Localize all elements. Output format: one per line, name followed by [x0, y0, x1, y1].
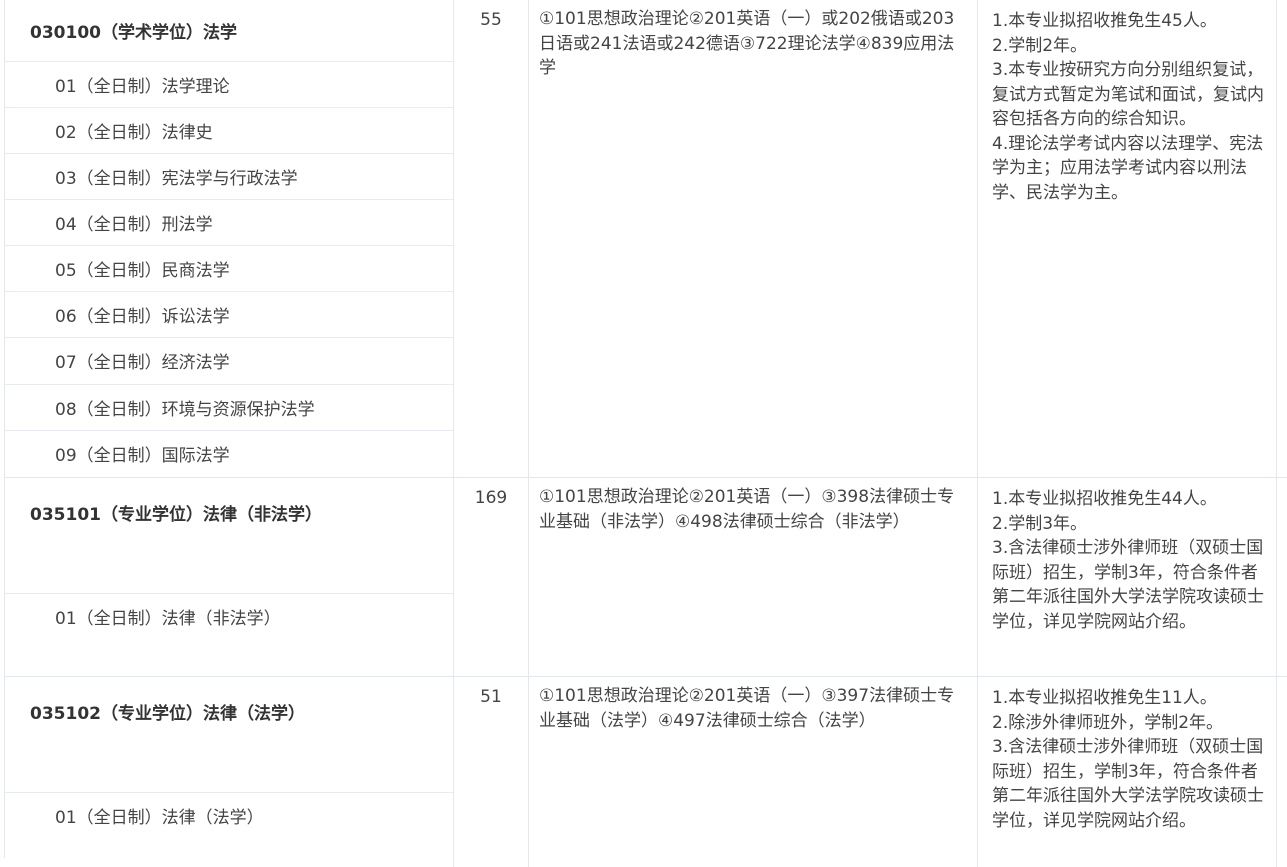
exam-subjects: ①101思想政治理论②201英语（一）③397法律硕士专业基础（法学）④497法…: [539, 686, 955, 731]
admissions-table: 030100（学术学位）法学 01（全日制）法学理论 02（全日制）法律史 03…: [4, 0, 1287, 867]
major-title: 035101（专业学位）法律（非法学）: [30, 505, 322, 525]
direction-item: 02（全日制）法律史: [5, 107, 453, 153]
note-line: 3.含法律硕士涉外律师班（双硕士国际班）招生，学制3年，符合条件者第二年派往国外…: [992, 538, 1264, 632]
direction-item: 01（全日制）法律（非法学）: [5, 593, 453, 639]
note-line: 1.本专业拟招收推免生11人。: [992, 688, 1217, 708]
note-line: 3.本专业按研究方向分别组织复试，复试方式暂定为笔试和面试，复试内容包括各方向的…: [992, 60, 1264, 129]
direction-item: 08（全日制）环境与资源保护法学: [5, 384, 453, 430]
count-cell: 55: [454, 0, 529, 477]
major-cell: 030100（学术学位）法学 01（全日制）法学理论 02（全日制）法律史 03…: [5, 0, 454, 477]
enrollment-count: 169: [474, 488, 508, 508]
enrollment-count: 55: [480, 10, 502, 30]
direction-item: 01（全日制）法学理论: [5, 61, 453, 107]
direction-item: 07（全日制）经济法学: [5, 337, 453, 383]
direction-item: 03（全日制）宪法学与行政法学: [5, 153, 453, 199]
count-cell: 51: [454, 677, 529, 867]
major-cell: 035102（专业学位）法律（法学） 01（全日制）法律（法学）: [5, 677, 454, 867]
direction-item: 09（全日制）国际法学: [5, 430, 453, 476]
notes-cell: 1.本专业拟招收推免生45人。 2.学制2年。 3.本专业按研究方向分别组织复试…: [978, 0, 1277, 477]
subjects-cell: ①101思想政治理论②201英语（一）或202俄语或203日语或241法语或24…: [529, 0, 978, 477]
note-line: 2.学制3年。: [992, 513, 1088, 534]
notes-cell: 1.本专业拟招收推免生11人。 2.除涉外律师班外，学制2年。 3.含法律硕士涉…: [978, 677, 1277, 867]
notes: 1.本专业拟招收推免生44人。 2.学制3年。 3.含法律硕士涉外律师班（双硕士…: [978, 478, 1276, 634]
note-line: 2.除涉外律师班外，学制2年。: [992, 712, 1224, 733]
table-row: 030100（学术学位）法学 01（全日制）法学理论 02（全日制）法律史 03…: [5, 0, 1287, 478]
note-line: 3.含法律硕士涉外律师班（双硕士国际班）招生，学制3年，符合条件者第二年派往国外…: [992, 737, 1264, 831]
exam-subjects: ①101思想政治理论②201英语（一）③398法律硕士专业基础（非法学）④498…: [539, 487, 955, 532]
count-cell: 169: [454, 478, 529, 676]
major-title: 030100（学术学位）法学: [30, 23, 237, 43]
note-line: 1.本专业拟招收推免生45人。: [992, 11, 1217, 31]
note-line: 4.理论法学考试内容以法理学、宪法学为主；应用法学考试内容以刑法学、民法学为主。: [992, 133, 1264, 203]
notes-cell: 1.本专业拟招收推免生44人。 2.学制3年。 3.含法律硕士涉外律师班（双硕士…: [978, 478, 1277, 676]
subjects-cell: ①101思想政治理论②201英语（一）③398法律硕士专业基础（非法学）④498…: [529, 478, 978, 676]
direction-item: 05（全日制）民商法学: [5, 245, 453, 291]
enrollment-count: 51: [480, 687, 502, 707]
subjects-cell: ①101思想政治理论②201英语（一）③397法律硕士专业基础（法学）④497法…: [529, 677, 978, 867]
table-row: 035101（专业学位）法律（非法学） 01（全日制）法律（非法学） 169 ①…: [5, 478, 1287, 677]
major-title: 035102（专业学位）法律（法学）: [30, 704, 305, 724]
note-line: 1.本专业拟招收推免生44人。: [992, 489, 1217, 509]
direction-item: 01（全日制）法律（法学）: [5, 792, 453, 838]
direction-item: 04（全日制）刑法学: [5, 199, 453, 245]
notes: 1.本专业拟招收推免生11人。 2.除涉外律师班外，学制2年。 3.含法律硕士涉…: [978, 677, 1276, 833]
notes: 1.本专业拟招收推免生45人。 2.学制2年。 3.本专业按研究方向分别组织复试…: [978, 0, 1276, 205]
exam-subjects: ①101思想政治理论②201英语（一）或202俄语或203日语或241法语或24…: [539, 9, 955, 78]
major-cell: 035101（专业学位）法律（非法学） 01（全日制）法律（非法学）: [5, 478, 454, 676]
table-row: 035102（专业学位）法律（法学） 01（全日制）法律（法学） 51 ①101…: [5, 677, 1287, 867]
note-line: 2.学制2年。: [992, 35, 1088, 56]
direction-item: 06（全日制）诉讼法学: [5, 291, 453, 337]
